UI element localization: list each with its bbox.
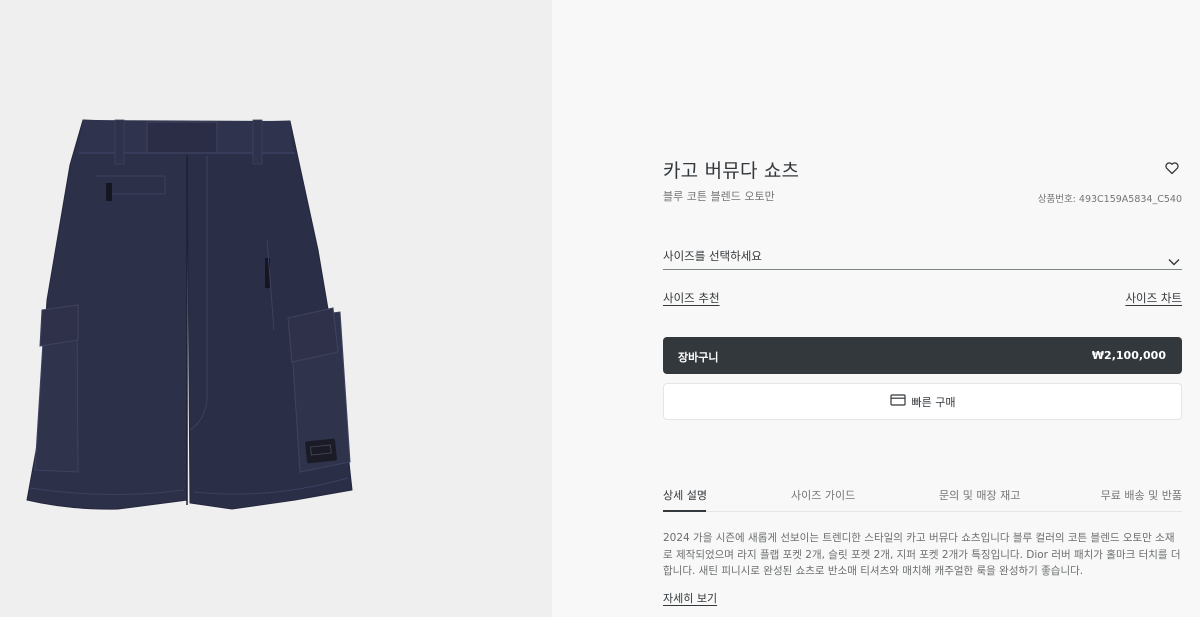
product-info-panel: 카고 버뮤다 쇼츠 블루 코튼 블렌드 오토만 상품번호: 493C159A58… — [663, 0, 1182, 617]
product-tabs: 상세 설명 사이즈 가이드 문의 및 매장 재고 무료 배송 및 반품 — [663, 479, 1182, 512]
size-recommend-link[interactable]: 사이즈 추천 — [663, 290, 720, 306]
read-more-link[interactable]: 자세히 보기 — [663, 590, 717, 606]
credit-card-icon — [889, 394, 906, 409]
heart-icon[interactable] — [1164, 160, 1180, 176]
size-chart-link[interactable]: 사이즈 차트 — [1125, 290, 1182, 306]
quick-buy-label: 빠른 구매 — [911, 395, 956, 409]
price: ₩2,100,000 — [1091, 349, 1166, 362]
product-gallery[interactable] — [0, 0, 552, 617]
tab-inquiry-stock[interactable]: 문의 및 매장 재고 — [939, 487, 1020, 503]
product-reference: 상품번호: 493C159A5834_C540 — [1037, 194, 1182, 205]
chevron-down-icon — [1168, 251, 1180, 270]
product-title: 카고 버뮤다 쇼츠 — [663, 160, 800, 182]
active-tab-indicator — [663, 510, 706, 512]
tab-size-guide[interactable]: 사이즈 가이드 — [791, 487, 855, 503]
product-image — [26, 119, 353, 510]
product-subtitle: 블루 코튼 블렌드 오토만 — [663, 190, 775, 203]
size-select-label: 사이즈를 선택하세요 — [663, 249, 762, 263]
quick-buy-button[interactable]: 빠른 구매 — [663, 383, 1182, 420]
add-to-cart-button[interactable]: 장바구니 ₩2,100,000 — [663, 337, 1182, 374]
product-description: 2024 가을 시즌에 새롭게 선보이는 트렌디한 스타일의 카고 버뮤다 쇼츠… — [663, 532, 1181, 577]
add-to-cart-label: 장바구니 — [678, 351, 719, 364]
tab-shipping-returns[interactable]: 무료 배송 및 반품 — [1101, 487, 1182, 503]
tab-description[interactable]: 상세 설명 — [663, 487, 707, 503]
size-select[interactable]: 사이즈를 선택하세요 — [663, 240, 1182, 270]
